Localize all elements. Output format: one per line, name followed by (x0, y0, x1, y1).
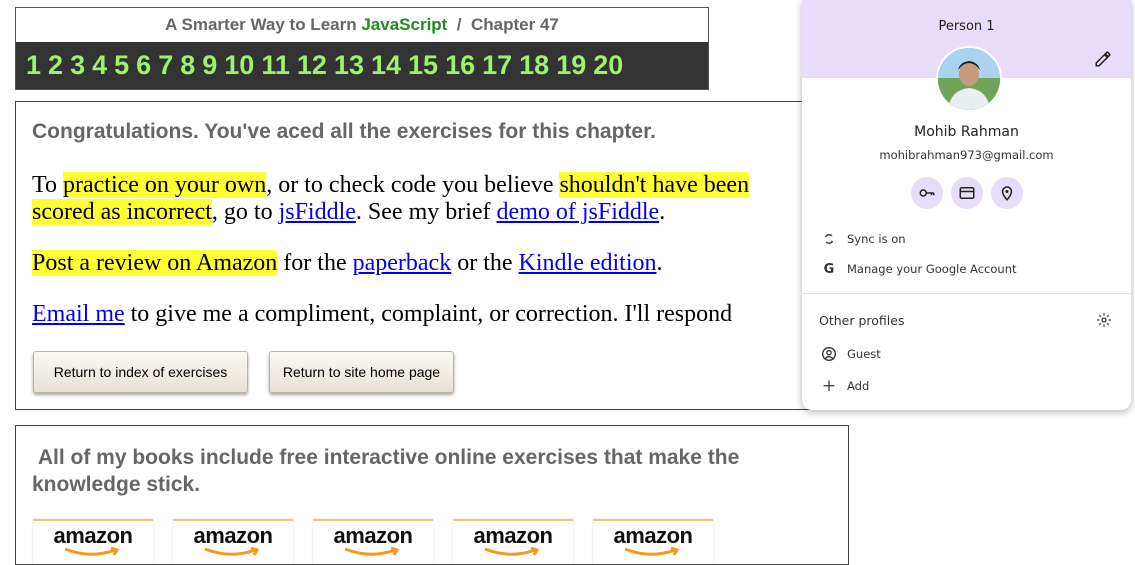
books-panel: All of my books include free interactive… (15, 425, 849, 565)
chapter-link[interactable]: 3 (70, 50, 85, 81)
amazon-smile-icon (64, 547, 120, 556)
amazon-logo-text: amazon (53, 523, 133, 548)
other-profiles-label: Other profiles (819, 313, 905, 328)
amazon-logo-text: amazon (613, 523, 693, 548)
chapter-link[interactable]: 14 (371, 50, 401, 81)
plus-icon: + (821, 376, 837, 396)
manage-account-label: Manage your Google Account (847, 262, 1017, 276)
manage-account-row[interactable]: G Manage your Google Account (802, 256, 1131, 282)
chapter-link[interactable]: 10 (224, 50, 254, 81)
sync-label: Sync is on (847, 232, 906, 246)
amazon-book-link[interactable]: amazon (33, 519, 153, 564)
site-title: A Smarter Way to Learn JavaScript / Chap… (16, 8, 708, 42)
chapter-link[interactable]: 16 (445, 50, 475, 81)
title-chapter: Chapter 47 (470, 15, 559, 34)
p1-text-2: , or to check code you believe (266, 172, 560, 198)
return-home-button[interactable]: Return to site home page (269, 351, 454, 393)
profile-email: mohibrahman973@gmail.com (879, 148, 1054, 162)
chapter-link[interactable]: 5 (114, 50, 129, 81)
passwords-button[interactable] (911, 177, 943, 209)
title-brand: JavaScript (361, 15, 448, 34)
chapter-header: A Smarter Way to Learn JavaScript / Chap… (15, 7, 709, 90)
chapter-link[interactable]: 12 (297, 50, 327, 81)
books-text-content: All of my books include free interactive… (32, 446, 740, 496)
congrats-heading: Congratulations. You've aced all the exe… (32, 120, 656, 143)
location-pin-icon (1001, 186, 1013, 201)
addresses-button[interactable] (991, 177, 1023, 209)
chapter-link[interactable]: 13 (334, 50, 364, 81)
chapter-link[interactable]: 17 (482, 50, 512, 81)
chapter-link[interactable]: 11 (261, 50, 290, 81)
profile-avatar (936, 46, 1002, 112)
amazon-logo-text: amazon (333, 523, 413, 548)
p2-highlight: Post a review on Amazon (32, 250, 278, 276)
p3-text: to give me a compliment, complaint, or c… (124, 301, 733, 327)
p1-text-1: To (32, 172, 63, 198)
chapter-link[interactable]: 6 (136, 50, 151, 81)
guest-profile-row[interactable]: Guest (802, 341, 1131, 367)
guest-label: Guest (847, 347, 881, 361)
amazon-smile-icon (624, 547, 680, 556)
jsfiddle-demo-link[interactable]: demo of jsFiddle (497, 199, 660, 225)
chapter-link[interactable]: 19 (556, 50, 586, 81)
amazon-book-link[interactable]: amazon (173, 519, 293, 564)
key-icon (919, 189, 935, 197)
amazon-smile-icon (344, 547, 400, 556)
amazon-logo-text: amazon (473, 523, 553, 548)
chapter-link[interactable]: 2 (48, 50, 63, 81)
amazon-book-link[interactable]: amazon (453, 519, 573, 564)
return-to-index-button[interactable]: Return to index of exercises (33, 351, 248, 393)
congrats-panel: Congratulations. You've aced all the exe… (15, 101, 815, 410)
p1-text-4: . See my brief (355, 199, 497, 225)
title-separator: / (456, 15, 462, 34)
profile-title: Person 1 (938, 19, 995, 34)
amazon-logo-text: amazon (193, 523, 273, 548)
p1-highlight-2a: shouldn't have been (559, 172, 750, 198)
books-text: All of my books include free interactive… (32, 444, 842, 498)
p1-text-5: . (659, 199, 666, 225)
title-prefix: A Smarter Way to Learn (165, 15, 357, 34)
p2-text-3: . (656, 250, 663, 276)
chapter-link[interactable]: 7 (158, 50, 173, 81)
chapter-link[interactable]: 15 (408, 50, 438, 81)
chapter-navigation: 1 2 3 4 5 6 7 8 9 10 11 12 13 14 15 16 17 18 19 20 (16, 42, 708, 89)
chapter-link[interactable]: 8 (180, 50, 195, 81)
p2-text-1: for the (277, 250, 353, 276)
p1-highlight-1: practice on your own (62, 172, 267, 198)
profile-menu: Person 1 Mohib Rahman mohibrahman973@gma… (802, 0, 1131, 410)
p1-text-3: , go to (211, 199, 279, 225)
edit-pencil-icon[interactable] (1094, 50, 1112, 68)
profile-name: Mohib Rahman (914, 124, 1019, 140)
chapter-link[interactable]: 4 (92, 50, 107, 81)
email-me-link[interactable]: Email me (32, 301, 125, 327)
p2-text-2: or the (451, 250, 519, 276)
sync-icon (820, 233, 838, 245)
chapter-link[interactable]: 1 (26, 50, 41, 81)
practice-paragraph: To practice on your own, or to check cod… (32, 172, 750, 226)
add-label: Add (847, 379, 870, 393)
email-paragraph: Email me to give me a compliment, compla… (32, 301, 732, 328)
amazon-book-link[interactable]: amazon (313, 519, 433, 564)
paperback-link[interactable]: paperback (353, 250, 452, 276)
jsfiddle-link[interactable]: jsFiddle (279, 199, 356, 225)
p1-highlight-2b: scored as incorrect (32, 199, 212, 225)
review-paragraph: Post a review on Amazon for the paperbac… (32, 250, 663, 277)
amazon-smile-icon (204, 547, 260, 556)
chapter-link[interactable]: 20 (593, 50, 623, 81)
kindle-edition-link[interactable]: Kindle edition (519, 250, 657, 276)
add-profile-row[interactable]: + Add (802, 373, 1131, 399)
gear-icon[interactable] (1096, 312, 1112, 328)
google-g-icon: G (823, 261, 835, 277)
chapter-link[interactable]: 18 (519, 50, 549, 81)
chapter-link[interactable]: 9 (202, 50, 217, 81)
sync-row[interactable]: Sync is on (802, 226, 1131, 252)
user-circle-icon (820, 346, 838, 362)
credit-card-icon (959, 187, 975, 199)
menu-divider (802, 293, 1131, 294)
amazon-book-link[interactable]: amazon (593, 519, 713, 564)
amazon-smile-icon (484, 547, 540, 556)
payment-methods-button[interactable] (951, 177, 983, 209)
